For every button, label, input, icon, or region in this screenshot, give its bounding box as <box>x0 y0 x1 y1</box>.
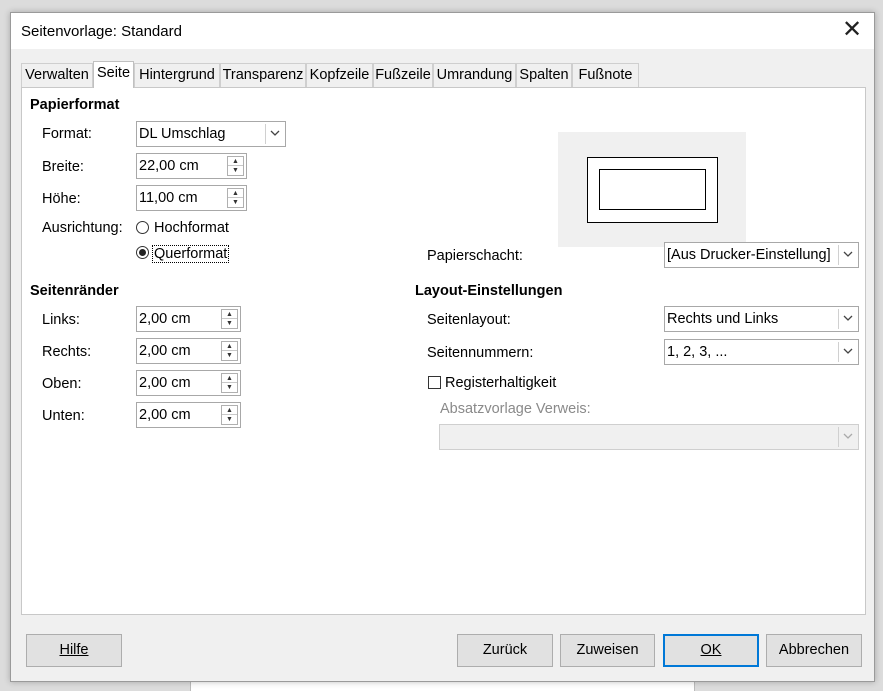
margin-left-label: Links: <box>42 312 80 328</box>
tab-umrandung[interactable]: Umrandung <box>433 63 516 87</box>
margin-right-value: 2,00 cm <box>139 343 191 359</box>
ok-button-label: OK <box>700 642 722 658</box>
margin-bottom-label: Unten: <box>42 408 85 424</box>
register-label[interactable]: Registerhaltigkeit <box>445 375 556 391</box>
help-button[interactable]: Hilfe <box>26 634 122 667</box>
format-label: Format: <box>42 126 92 142</box>
window-title: Seitenvorlage: Standard <box>21 23 182 40</box>
width-spinbox[interactable]: 22,00 cm ▲ ▼ <box>136 153 247 179</box>
spin-up-icon[interactable]: ▲ <box>228 189 243 198</box>
back-button[interactable]: Zurück <box>457 634 553 667</box>
margin-top-label: Oben: <box>42 376 82 392</box>
height-spinbox[interactable]: 11,00 cm ▲ ▼ <box>136 185 247 211</box>
reference-style-select[interactable] <box>439 424 859 450</box>
landscape-radio[interactable] <box>136 246 149 259</box>
spin-up-icon[interactable]: ▲ <box>222 310 237 319</box>
page-numbers-value: 1, 2, 3, ... <box>667 344 728 360</box>
spin-down-icon[interactable]: ▼ <box>228 166 243 175</box>
chevron-down-icon[interactable] <box>838 309 856 329</box>
spin-down-icon[interactable]: ▼ <box>222 319 237 328</box>
page-numbers-label: Seitennummern: <box>427 345 534 361</box>
format-select[interactable]: DL Umschlag <box>136 121 286 147</box>
margin-left-spinbox[interactable]: 2,00 cm ▲ ▼ <box>136 306 241 332</box>
tab-transparenz[interactable]: Transparenz <box>220 63 306 87</box>
margin-right-spinbox[interactable]: 2,00 cm ▲ ▼ <box>136 338 241 364</box>
margin-top-spinbox[interactable]: 2,00 cm ▲ ▼ <box>136 370 241 396</box>
title-bar: Seitenvorlage: Standard ✕ <box>11 13 874 49</box>
height-value: 11,00 cm <box>139 190 198 206</box>
margin-right-label: Rechts: <box>42 344 92 360</box>
spin-up-icon[interactable]: ▲ <box>222 406 237 415</box>
close-icon[interactable]: ✕ <box>840 18 864 42</box>
preview-page <box>587 157 718 223</box>
width-label: Breite: <box>42 159 84 175</box>
cancel-button-label: Abbrechen <box>778 642 850 658</box>
margin-bottom-spinbox[interactable]: 2,00 cm ▲ ▼ <box>136 402 241 428</box>
portrait-radio[interactable] <box>136 221 149 234</box>
chevron-down-icon[interactable] <box>838 342 856 362</box>
landscape-label[interactable]: Querformat <box>152 245 230 263</box>
page-layout-label: Seitenlayout: <box>427 312 511 328</box>
spin-down-icon[interactable]: ▼ <box>222 383 237 392</box>
tab-fussnote[interactable]: Fußnote <box>572 63 639 87</box>
spin-down-icon[interactable]: ▼ <box>228 198 243 207</box>
spin-up-icon[interactable]: ▲ <box>222 374 237 383</box>
tab-kopfzeile[interactable]: Kopfzeile <box>306 63 373 87</box>
reference-style-label: Absatzvorlage Verweis: <box>440 401 591 417</box>
spin-down-icon[interactable]: ▼ <box>222 351 237 360</box>
margins-heading: Seitenränder <box>30 283 119 299</box>
tab-seite[interactable]: Seite <box>93 61 134 88</box>
paper-format-heading: Papierformat <box>30 97 120 113</box>
spin-up-icon[interactable]: ▲ <box>222 342 237 351</box>
tab-verwalten[interactable]: Verwalten <box>21 63 93 87</box>
margin-top-value: 2,00 cm <box>139 375 191 391</box>
spin-up-icon[interactable]: ▲ <box>228 157 243 166</box>
ok-button[interactable]: OK <box>663 634 759 667</box>
page-layout-value: Rechts und Links <box>667 311 779 327</box>
chevron-down-icon[interactable] <box>265 124 283 144</box>
page-tab-panel: Papierformat Format: DL Umschlag Breite:… <box>21 87 866 615</box>
preview-text-area <box>599 169 706 210</box>
tab-fusszeile[interactable]: Fußzeile <box>373 63 433 87</box>
radio-selected-dot <box>139 249 146 256</box>
register-checkbox[interactable] <box>428 376 441 389</box>
paper-tray-label: Papierschacht: <box>427 248 523 264</box>
spin-down-icon[interactable]: ▼ <box>222 415 237 424</box>
page-style-dialog: Seitenvorlage: Standard ✕ Verwalten Seit… <box>10 12 875 682</box>
tab-spalten[interactable]: Spalten <box>516 63 572 87</box>
portrait-label[interactable]: Hochformat <box>154 220 229 236</box>
format-value: DL Umschlag <box>139 126 226 142</box>
tab-hintergrund[interactable]: Hintergrund <box>134 63 220 87</box>
apply-button-label: Zuweisen <box>576 642 639 658</box>
paper-tray-value: [Aus Drucker-Einstellung] <box>667 247 831 263</box>
orientation-label: Ausrichtung: <box>42 220 123 236</box>
apply-button[interactable]: Zuweisen <box>560 634 655 667</box>
layout-settings-heading: Layout-Einstellungen <box>415 283 563 299</box>
cancel-button[interactable]: Abbrechen <box>766 634 862 667</box>
margin-bottom-value: 2,00 cm <box>139 407 191 423</box>
paper-tray-select[interactable]: [Aus Drucker-Einstellung] <box>664 242 859 268</box>
chevron-down-icon[interactable] <box>838 245 856 265</box>
chevron-down-icon <box>838 427 856 447</box>
width-value: 22,00 cm <box>139 158 199 174</box>
page-layout-select[interactable]: Rechts und Links <box>664 306 859 332</box>
help-button-label: Hilfe <box>59 642 89 658</box>
back-button-label: Zurück <box>482 642 528 658</box>
height-label: Höhe: <box>42 191 81 207</box>
page-preview <box>558 132 746 247</box>
page-numbers-select[interactable]: 1, 2, 3, ... <box>664 339 859 365</box>
margin-left-value: 2,00 cm <box>139 311 191 327</box>
